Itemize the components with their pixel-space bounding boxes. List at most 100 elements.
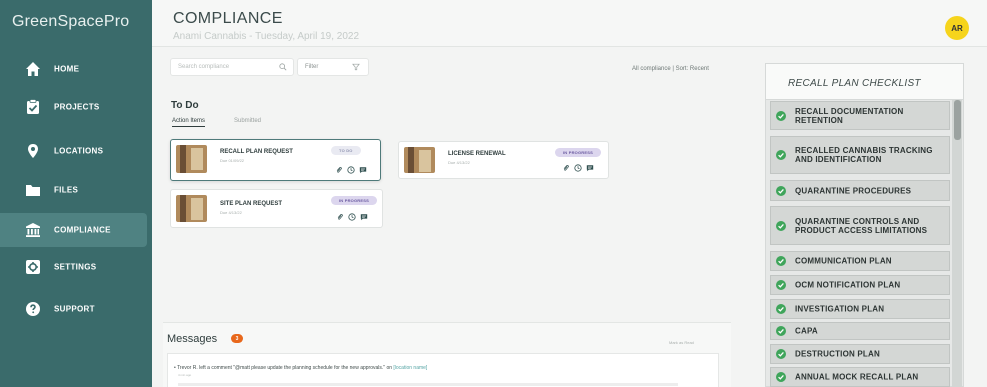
task-thumbnail bbox=[404, 147, 435, 173]
messages-title: Messages bbox=[167, 333, 218, 345]
map-pin-icon bbox=[28, 144, 38, 158]
sidebar-item-projects[interactable]: PROJECTS bbox=[0, 90, 147, 124]
comment-icon[interactable] bbox=[586, 164, 594, 172]
paperclip-icon[interactable] bbox=[335, 166, 343, 174]
folder-icon bbox=[26, 185, 40, 196]
checklist-item[interactable]: OCM NOTIFICATION PLAN bbox=[770, 275, 950, 295]
task-thumbnail bbox=[176, 195, 207, 222]
task-actions bbox=[562, 164, 594, 172]
checklist-item[interactable]: RECALL DOCUMENTATION RETENTION bbox=[770, 101, 950, 130]
task-thumbnail bbox=[176, 145, 207, 173]
messages-list: • Trevor R. left a comment "@matt please… bbox=[167, 353, 719, 387]
sort-dropdown[interactable]: All compliance | Sort: Recent bbox=[632, 66, 709, 72]
sidebar: GreenSpacePro HOME PROJECTS LOCATIONS FI… bbox=[0, 0, 152, 387]
checklist-scrollbar[interactable] bbox=[952, 100, 962, 387]
checklist-item-label: INVESTIGATION PLAN bbox=[795, 304, 885, 314]
checklist-item-label: CAPA bbox=[795, 326, 818, 336]
search-icon bbox=[279, 63, 287, 71]
task-title: SITE PLAN REQUEST Due 4/13/22 bbox=[220, 200, 300, 217]
filter-icon bbox=[352, 63, 360, 71]
sidebar-item-settings[interactable]: SETTINGS bbox=[0, 250, 147, 284]
mark-as-read-link[interactable]: Mark as Read bbox=[669, 340, 694, 345]
task-due-date: Due 4/13/22 bbox=[220, 210, 242, 215]
avatar[interactable]: AR bbox=[945, 16, 969, 40]
app-logo[interactable]: GreenSpacePro bbox=[0, 0, 152, 44]
sidebar-item-label: SETTINGS bbox=[54, 262, 97, 272]
message-item-truncated[interactable] bbox=[178, 383, 678, 386]
page-title: COMPLIANCE bbox=[173, 10, 283, 27]
message-timestamp: 4 min ago bbox=[178, 373, 192, 377]
clipboard-check-icon bbox=[27, 99, 39, 114]
checklist-header: RECALL PLAN CHECKLIST bbox=[766, 64, 963, 100]
task-card-license-renewal[interactable]: LICENSE RENEWAL Due 4/13/22 IN PROGRESS bbox=[398, 141, 609, 179]
message-item[interactable]: • Trevor R. left a comment "@matt please… bbox=[174, 365, 427, 371]
page-subtitle: Anami Cannabis - Tuesday, April 19, 2022 bbox=[173, 31, 360, 42]
check-circle-icon bbox=[776, 150, 786, 160]
home-icon bbox=[26, 62, 40, 76]
checklist-item-label: RECALL DOCUMENTATION RETENTION bbox=[795, 106, 904, 125]
paperclip-icon[interactable] bbox=[336, 213, 344, 221]
task-title: LICENSE RENEWAL Due 4/13/22 bbox=[448, 150, 528, 167]
gear-icon bbox=[26, 260, 40, 274]
check-circle-icon bbox=[776, 280, 786, 290]
sidebar-item-label: FILES bbox=[54, 185, 79, 195]
clock-icon[interactable] bbox=[348, 213, 356, 221]
checklist-item[interactable]: QUARANTINE CONTROLS AND PRODUCT ACCESS L… bbox=[770, 206, 950, 245]
comment-icon[interactable] bbox=[360, 213, 368, 221]
message-location-link[interactable]: [location name] bbox=[393, 365, 427, 371]
search-placeholder: Search compliance bbox=[178, 64, 230, 70]
sidebar-item-compliance[interactable]: COMPLIANCE bbox=[0, 213, 147, 247]
check-circle-icon bbox=[776, 372, 786, 382]
filter-dropdown[interactable]: Filter bbox=[297, 58, 369, 76]
checklist-item-label: QUARANTINE CONTROLS AND PRODUCT ACCESS L… bbox=[795, 216, 928, 235]
task-card-recall-plan[interactable]: RECALL PLAN REQUEST Due 01/09/22 TO DO bbox=[170, 139, 381, 181]
tab-submitted[interactable]: Submitted bbox=[234, 118, 261, 126]
search-input[interactable]: Search compliance bbox=[170, 58, 294, 76]
checklist-item-label: DESTRUCTION PLAN bbox=[795, 349, 880, 359]
check-circle-icon bbox=[776, 185, 786, 196]
status-badge: IN PROGRESS bbox=[555, 148, 601, 157]
checklist-item[interactable]: CAPA bbox=[770, 322, 950, 340]
clock-icon[interactable] bbox=[574, 164, 582, 172]
checklist-item[interactable]: COMMUNICATION PLAN bbox=[770, 251, 950, 271]
paperclip-icon[interactable] bbox=[562, 164, 570, 172]
task-due-date: Due 01/09/22 bbox=[220, 158, 245, 163]
sidebar-item-label: SUPPORT bbox=[54, 304, 95, 314]
checklist-title: RECALL PLAN CHECKLIST bbox=[788, 78, 921, 89]
sidebar-item-label: LOCATIONS bbox=[54, 146, 104, 156]
task-actions bbox=[335, 166, 367, 174]
checklist-item[interactable]: ANNUAL MOCK RECALL PLAN bbox=[770, 367, 950, 387]
clock-icon[interactable] bbox=[347, 166, 355, 174]
sidebar-item-label: HOME bbox=[54, 64, 80, 74]
check-circle-icon bbox=[776, 304, 786, 314]
task-title: RECALL PLAN REQUEST Due 01/09/22 bbox=[220, 148, 300, 165]
checklist-item[interactable]: QUARANTINE PROCEDURES bbox=[770, 180, 950, 201]
checklist-item[interactable]: INVESTIGATION PLAN bbox=[770, 299, 950, 319]
checklist-item-label: ANNUAL MOCK RECALL PLAN bbox=[795, 372, 919, 382]
sidebar-item-locations[interactable]: LOCATIONS bbox=[0, 134, 147, 168]
status-badge: TO DO bbox=[331, 146, 361, 155]
messages-panel: Messages 3 Mark as Read • Trevor R. left… bbox=[163, 322, 731, 387]
tab-action-items[interactable]: Action Items bbox=[172, 118, 206, 127]
sidebar-item-support[interactable]: SUPPORT bbox=[0, 292, 147, 326]
check-circle-icon bbox=[776, 256, 786, 266]
help-circle-icon bbox=[26, 302, 40, 316]
sidebar-item-label: PROJECTS bbox=[54, 102, 100, 112]
task-actions bbox=[336, 213, 368, 221]
sidebar-item-label: COMPLIANCE bbox=[54, 225, 111, 235]
checklist-item[interactable]: RECALLED CANNABIS TRACKING AND IDENTIFIC… bbox=[770, 136, 950, 174]
checklist-scrollbar-thumb[interactable] bbox=[954, 100, 961, 140]
checklist-item[interactable]: DESTRUCTION PLAN bbox=[770, 344, 950, 364]
check-circle-icon bbox=[776, 349, 786, 359]
task-card-site-plan[interactable]: SITE PLAN REQUEST Due 4/13/22 IN PROGRES… bbox=[170, 189, 383, 228]
check-circle-icon bbox=[776, 220, 786, 231]
check-circle-icon bbox=[776, 326, 786, 336]
messages-count-badge: 3 bbox=[231, 334, 243, 343]
sidebar-item-home[interactable]: HOME bbox=[0, 52, 147, 86]
comment-icon[interactable] bbox=[359, 166, 367, 174]
checklist-item-label: QUARANTINE PROCEDURES bbox=[795, 186, 912, 195]
filter-label: Filter bbox=[305, 64, 319, 70]
check-circle-icon bbox=[776, 110, 786, 121]
todo-title: To Do bbox=[171, 100, 199, 111]
sidebar-item-files[interactable]: FILES bbox=[0, 173, 147, 207]
